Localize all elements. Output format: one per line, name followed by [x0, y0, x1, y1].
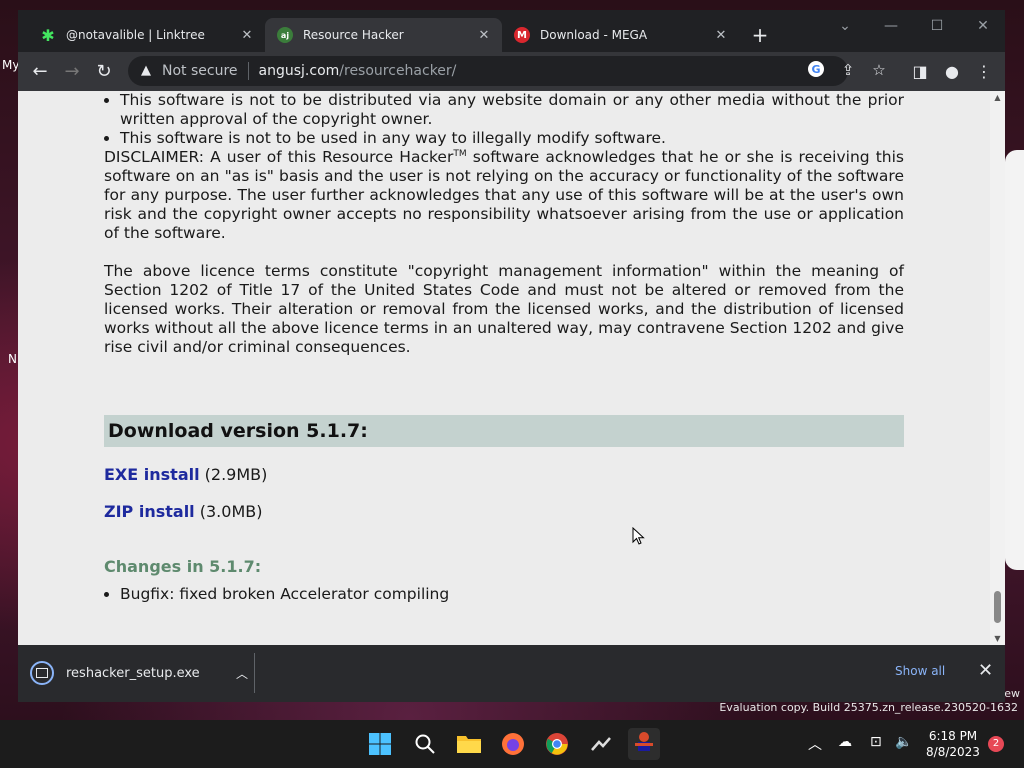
tab-resource-hacker[interactable]: aj Resource Hacker ✕ [265, 18, 502, 52]
list-item: This software is not to be distributed v… [120, 91, 904, 129]
minimize-button[interactable]: — [868, 15, 914, 39]
firefox-icon[interactable] [497, 728, 529, 760]
changes-list: Bugfix: fixed broken Accelerator compili… [104, 585, 904, 604]
disclaimer-paragraph: DISCLAIMER: A user of this Resource Hack… [104, 148, 904, 243]
changes-heading: Changes in 5.1.7: [104, 557, 262, 576]
file-icon [30, 661, 54, 685]
not-secure-label[interactable]: Not secure [162, 63, 238, 79]
chrome-icon[interactable] [541, 728, 573, 760]
disclaimer-text: DISCLAIMER: A user of this Resource Hack… [104, 148, 454, 166]
rh-icon: aj [277, 27, 293, 43]
volume-icon[interactable]: 🔈 [895, 734, 912, 750]
browser-toolbar: ← → ↻ ▲ Not secure angusj.com/resourceha… [18, 52, 1005, 91]
url-domain[interactable]: angusj.com [259, 63, 340, 79]
cloud-offline-icon[interactable]: ☁ [838, 734, 852, 750]
list-item: Bugfix: fixed broken Accelerator compili… [120, 585, 904, 604]
exe-install-link[interactable]: EXE install [104, 465, 200, 484]
taskbar: ︿ ☁ ⊡ 🔈 6:18 PM 8/8/2023 2 [0, 720, 1024, 768]
side-panel-icon[interactable]: ◨ [908, 60, 932, 84]
close-window-button[interactable]: ✕ [960, 15, 1005, 39]
watermark-fragment: ew [1004, 687, 1020, 700]
file-size: (2.9MB) [199, 465, 268, 484]
file-explorer-icon[interactable] [453, 728, 485, 760]
desktop-icon-label[interactable]: My [2, 58, 19, 72]
license-terms-list: This software is not to be distributed v… [104, 91, 904, 148]
back-button[interactable]: ← [28, 60, 52, 84]
warning-icon[interactable]: ▲ [138, 63, 154, 79]
address-bar[interactable]: ▲ Not secure angusj.com/resourcehacker/ [128, 56, 848, 86]
chevron-down-icon[interactable]: ⌄ [822, 15, 868, 39]
chevron-up-icon[interactable]: ︿ [808, 734, 822, 754]
exe-download-row: EXE install (2.9MB) [104, 465, 904, 484]
browser-window: ✱ @notavalible | Linktree ✕ aj Resource … [18, 10, 1005, 702]
url-path[interactable]: /resourcehacker/ [339, 63, 456, 79]
clock-date: 8/8/2023 [926, 745, 980, 759]
share-icon[interactable]: ⇪ [838, 60, 858, 80]
forward-button[interactable]: → [60, 60, 84, 84]
maximize-button[interactable]: ☐ [914, 15, 960, 39]
menu-kebab-icon[interactable]: ⋮ [972, 60, 996, 84]
file-size: (3.0MB) [194, 502, 263, 521]
download-item[interactable]: reshacker_setup.exe ︿ [30, 657, 252, 689]
svg-text:G: G [811, 63, 820, 76]
desktop-icon-label[interactable]: N [8, 352, 17, 366]
close-icon[interactable]: ✕ [978, 661, 993, 681]
linktree-icon: ✱ [41, 25, 55, 45]
bookmark-star-icon[interactable]: ☆ [869, 60, 889, 80]
tab-title: Resource Hacker [303, 28, 404, 42]
download-heading: Download version 5.1.7: [104, 415, 904, 447]
close-tab-icon[interactable]: ✕ [239, 28, 255, 43]
divider [247, 62, 249, 80]
new-tab-button[interactable]: + [750, 25, 770, 46]
reload-button[interactable]: ↻ [92, 60, 116, 84]
scroll-thumb[interactable] [994, 591, 1001, 623]
background-window-edge [1005, 150, 1024, 570]
zip-download-row: ZIP install (3.0MB) [104, 502, 904, 521]
mouse-cursor-icon [632, 527, 645, 545]
app-icon[interactable] [585, 728, 617, 760]
close-tab-icon[interactable]: ✕ [713, 28, 729, 43]
search-icon[interactable] [409, 728, 441, 760]
resource-hacker-taskbar-icon[interactable] [628, 728, 660, 760]
system-clock[interactable]: 6:18 PM 8/8/2023 [922, 728, 984, 760]
evaluation-watermark: Evaluation copy. Build 25375.zn_release.… [719, 701, 1018, 714]
download-filename[interactable]: reshacker_setup.exe [66, 666, 232, 681]
download-bar: reshacker_setup.exe ︿ Show all ✕ [18, 645, 1005, 702]
notification-badge[interactable]: 2 [988, 736, 1004, 752]
trademark-mark: TM [453, 149, 467, 159]
scrollbar[interactable]: ▲ ▼ [990, 91, 1005, 645]
scroll-down-arrow[interactable]: ▼ [993, 634, 1002, 643]
divider [254, 653, 255, 693]
list-item: This software is not to be used in any w… [120, 129, 904, 148]
tab-mega[interactable]: M Download - MEGA ✕ [502, 18, 739, 52]
tab-title: @notavalible | Linktree [66, 28, 205, 42]
chevron-up-icon[interactable]: ︿ [232, 665, 252, 682]
tab-title: Download - MEGA [540, 28, 648, 42]
network-icon[interactable]: ⊡ [870, 734, 882, 750]
tab-strip: ✱ @notavalible | Linktree ✕ aj Resource … [18, 10, 1005, 52]
start-button[interactable] [364, 728, 396, 760]
profile-icon[interactable]: ● [940, 60, 964, 84]
scroll-up-arrow[interactable]: ▲ [993, 93, 1002, 102]
tab-linktree[interactable]: ✱ @notavalible | Linktree ✕ [28, 18, 265, 52]
licence-paragraph: The above licence terms constitute "copy… [104, 262, 904, 356]
google-icon[interactable]: G [806, 60, 826, 80]
mega-icon: M [514, 27, 530, 43]
clock-time: 6:18 PM [928, 729, 978, 743]
page-viewport: This software is not to be distributed v… [18, 91, 1005, 645]
close-tab-icon[interactable]: ✕ [476, 28, 492, 43]
page-content: This software is not to be distributed v… [104, 91, 904, 604]
zip-install-link[interactable]: ZIP install [104, 502, 195, 521]
show-all-button[interactable]: Show all [895, 664, 945, 678]
